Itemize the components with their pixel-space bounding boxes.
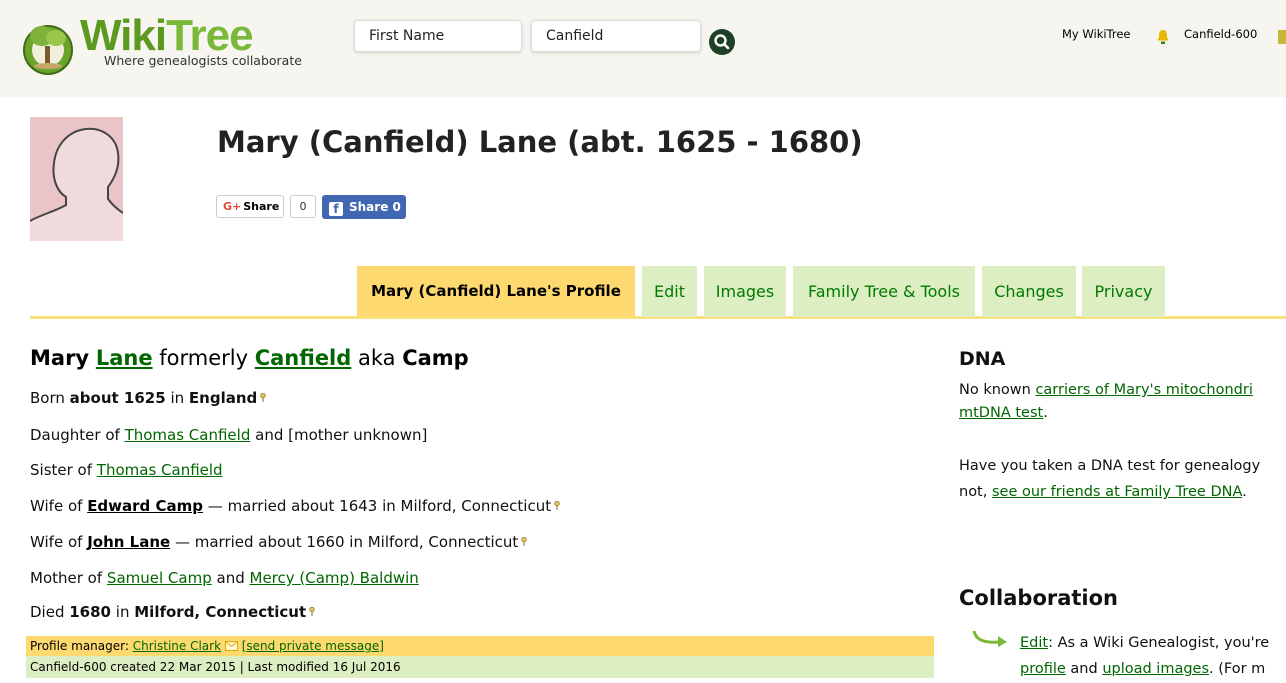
manager-link[interactable]: Christine Clark xyxy=(133,639,221,653)
google-plus-icon: G+ xyxy=(223,200,242,213)
spouse1-fact: Wife of Edward Camp — married about 1643… xyxy=(30,497,560,515)
collaboration-text: Edit: As a Wiki Genealogist, you're prof… xyxy=(1020,630,1269,682)
parents-fact: Daughter of Thomas Canfield and [mother … xyxy=(30,426,427,444)
sibling-link[interactable]: Thomas Canfield xyxy=(97,461,223,479)
and-text: and xyxy=(1070,661,1098,677)
first-name: Mary xyxy=(30,346,90,370)
curved-arrow-icon xyxy=(972,630,1007,647)
death-place: Milford, Connecticut xyxy=(134,603,307,621)
formerly-text: formerly xyxy=(159,346,249,370)
person-name-heading: Mary Lane formerly Canfield aka Camp xyxy=(30,346,469,370)
facebook-share-label: Share 0 xyxy=(349,200,401,214)
and-text: and xyxy=(216,569,245,587)
google-share-label: Share xyxy=(243,200,280,213)
collab-line1-text: : As a Wiki Genealogist, you're xyxy=(1048,635,1270,651)
facebook-icon: f xyxy=(329,202,343,216)
mtdna-test-line: mtDNA test. xyxy=(959,405,1048,421)
tab-edit[interactable]: Edit xyxy=(642,266,697,317)
search-icon[interactable] xyxy=(708,28,736,56)
aka-text: aka xyxy=(357,346,396,370)
dna-carriers-line: No known carriers of Mary's mitochondri xyxy=(959,382,1253,398)
profile-manager-bar: Profile manager: Christine Clark [send p… xyxy=(26,636,934,656)
first-name-search-input[interactable]: First Name xyxy=(354,20,522,52)
mtdna-test-link[interactable]: mtDNA test xyxy=(959,405,1043,421)
tab-privacy[interactable]: Privacy xyxy=(1082,266,1165,317)
family-tree-dna-link[interactable]: see our friends at Family Tree DNA xyxy=(992,484,1242,500)
my-wikitree-menu[interactable]: My WikiTree xyxy=(1062,27,1131,41)
children-fact: Mother of Samuel Camp and Mercy (Camp) B… xyxy=(30,569,419,587)
last-name-link[interactable]: Lane xyxy=(96,346,153,370)
wife-label: Wife of xyxy=(30,533,83,551)
tab-images[interactable]: Images xyxy=(704,266,786,317)
died-label: Died xyxy=(30,603,65,621)
map-pin-icon[interactable] xyxy=(554,501,560,510)
google-share-button[interactable]: G+ Share xyxy=(216,195,284,218)
collab-profile-link[interactable]: profile xyxy=(1020,661,1066,677)
spouse2-fact: Wife of John Lane — married about 1660 i… xyxy=(30,533,527,551)
in-text: in xyxy=(115,603,130,621)
sister-label: Sister of xyxy=(30,461,93,479)
collab-line2-text: . (For m xyxy=(1209,661,1266,677)
birth-fact: Born about 1625 in England xyxy=(30,389,266,407)
last-name-search-input[interactable]: Canfield xyxy=(531,20,701,52)
death-fact: Died 1680 in Milford, Connecticut xyxy=(30,603,315,621)
envelope-icon[interactable] xyxy=(224,641,238,651)
notification-bell-icon[interactable] xyxy=(1156,27,1170,47)
child2-link[interactable]: Mercy (Camp) Baldwin xyxy=(250,569,419,587)
map-pin-icon[interactable] xyxy=(260,393,266,402)
google-share-count: 0 xyxy=(290,195,316,218)
father-link[interactable]: Thomas Canfield xyxy=(125,426,251,444)
family-tree-dna-line: not, see our friends at Family Tree DNA. xyxy=(959,484,1247,500)
facebook-share-button[interactable]: f Share 0 xyxy=(322,195,406,219)
created-modified-bar: Canfield-600 created 22 Mar 2015 | Last … xyxy=(26,656,934,678)
spouse1-detail: — married about 1643 in Milford, Connect… xyxy=(207,497,552,515)
daughter-label: Daughter of xyxy=(30,426,120,444)
dna-question-line: Have you taken a DNA test for genealogy xyxy=(959,458,1261,474)
birth-name-link[interactable]: Canfield xyxy=(255,346,352,370)
mother-text: and [mother unknown] xyxy=(255,426,428,444)
map-pin-icon[interactable] xyxy=(521,537,527,546)
spouse1-link[interactable]: Edward Camp xyxy=(87,497,203,515)
tab-family-tree-tools[interactable]: Family Tree & Tools xyxy=(793,266,975,317)
dna-heading: DNA xyxy=(959,348,1006,370)
sibling-fact: Sister of Thomas Canfield xyxy=(30,461,223,479)
collab-line-1: Edit: As a Wiki Genealogist, you're xyxy=(1020,630,1269,656)
user-menu[interactable]: Canfield-600 xyxy=(1184,27,1257,41)
upload-images-link[interactable]: upload images xyxy=(1102,661,1209,677)
spouse2-detail: — married about 1660 in Milford, Connect… xyxy=(174,533,519,551)
wikitree-logo[interactable]: WikiTree Where genealogists collaborate xyxy=(18,12,348,76)
spouse2-link[interactable]: John Lane xyxy=(87,533,170,551)
aka-name: Camp xyxy=(402,346,469,370)
death-date: 1680 xyxy=(69,603,111,621)
no-known-text: No known xyxy=(959,382,1031,398)
collab-line-2: profile and upload images. (For m xyxy=(1020,656,1269,682)
birth-place: England xyxy=(188,389,258,407)
user-avatar-icon[interactable] xyxy=(1278,30,1286,44)
period: . xyxy=(1242,484,1247,500)
wife-label: Wife of xyxy=(30,497,83,515)
map-pin-icon[interactable] xyxy=(309,607,315,616)
born-label: Born xyxy=(30,389,65,407)
not-text: not, xyxy=(959,484,988,500)
tab-changes[interactable]: Changes xyxy=(982,266,1076,317)
tab-profile[interactable]: Mary (Canfield) Lane's Profile xyxy=(357,266,635,317)
logo-tagline: Where genealogists collaborate xyxy=(104,53,302,68)
site-header: WikiTree Where genealogists collaborate … xyxy=(0,0,1286,97)
child1-link[interactable]: Samuel Camp xyxy=(107,569,212,587)
send-private-message-link[interactable]: [send private message] xyxy=(242,639,384,653)
profile-title: Mary (Canfield) Lane (abt. 1625 - 1680) xyxy=(217,125,863,159)
birth-date: about 1625 xyxy=(69,389,166,407)
collab-edit-link[interactable]: Edit xyxy=(1020,635,1048,651)
in-text: in xyxy=(170,389,185,407)
mother-of-label: Mother of xyxy=(30,569,103,587)
mitochondrial-carriers-link[interactable]: carriers of Mary's mitochondri xyxy=(1035,382,1252,398)
profile-photo-placeholder xyxy=(30,117,123,241)
collaboration-heading: Collaboration xyxy=(959,586,1119,610)
manager-label: Profile manager: xyxy=(30,639,129,653)
period: . xyxy=(1043,405,1048,421)
